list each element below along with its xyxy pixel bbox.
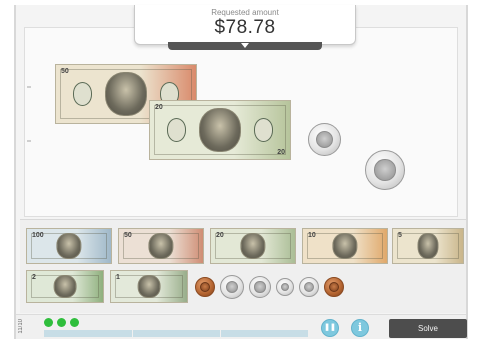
coin-face [328,281,340,293]
side-label: 11/10 [18,319,24,334]
bill-portrait [417,233,439,259]
requested-amount-value: $78.78 [214,17,276,38]
requested-panel-toggle[interactable] [168,42,322,50]
twenty-dollar-bill[interactable]: 20 20 [149,100,291,160]
tray-half-dollar-coin[interactable] [220,275,244,299]
progress-divider [132,330,133,337]
bill-seal [253,118,274,142]
progress-dot [70,318,79,327]
tray-nickel-coin[interactable] [299,277,319,297]
bill-portrait [105,71,147,117]
tray-one-dollar-bill[interactable]: 1 [110,270,188,303]
tray-hundred-dollar-bill[interactable]: 100 [26,228,112,264]
half-dollar-coin[interactable] [365,150,405,190]
bill-portrait [199,107,241,153]
bill-seal [166,118,187,142]
tray-twenty-dollar-bill[interactable]: 20 [210,228,296,264]
pause-button[interactable]: ❚❚ [321,319,339,337]
bill-denomination: 100 [32,232,44,239]
bill-denomination: 2 [32,274,36,281]
tray-ten-dollar-bill[interactable]: 10 [302,228,388,264]
progress-bar [44,330,308,337]
tray-dime-coin[interactable] [276,278,294,296]
bill-denomination: 5 [398,232,402,239]
bill-denomination: 20 [155,104,163,111]
bill-portrait [137,274,161,299]
info-icon: i [357,321,363,334]
tray-penny-coin[interactable] [195,277,215,297]
coin-face [254,281,266,293]
money-tray: 100 50 20 10 5 2 1 [20,219,466,313]
tray-fifty-dollar-bill[interactable]: 50 [118,228,204,264]
bill-denomination: 10 [308,232,316,239]
bill-denomination: 50 [61,68,69,75]
requested-amount-label: Requested amount [211,8,279,17]
bill-denomination: 20 [277,149,285,156]
money-counting-app: 50 50 20 20 Requested amount $78.78 [14,5,468,339]
info-button[interactable]: i [351,319,369,337]
progress-dot [57,318,66,327]
bill-portrait [240,233,266,259]
footer-bar: 11/10 ❚❚ i Solve [16,314,467,339]
coin-face [225,280,239,294]
edge-tick [27,86,31,88]
bill-portrait [53,274,77,299]
bill-portrait [332,233,358,259]
tray-quarter-coin[interactable] [249,276,271,298]
bill-portrait [148,233,174,259]
workspace-area[interactable]: 50 50 20 20 [24,27,458,217]
quarter-coin[interactable] [308,123,341,156]
edge-tick [27,140,31,142]
bill-seal [72,82,93,106]
requested-amount-panel: Requested amount $78.78 [134,5,356,45]
bill-denomination: 20 [216,232,224,239]
coin-face [303,281,315,293]
coin-face [280,282,290,292]
tray-two-dollar-bill[interactable]: 2 [26,270,104,303]
coin-face [315,130,334,149]
progress-divider [220,330,221,337]
bill-portrait [56,233,82,259]
chevron-down-icon [241,43,249,48]
bill-denomination: 50 [124,232,132,239]
tray-five-dollar-bill[interactable]: 5 [392,228,464,264]
tray-copper-coin[interactable] [324,277,344,297]
bill-denomination: 1 [116,274,120,281]
progress-dot [44,318,53,327]
coin-face [374,159,396,181]
solve-button[interactable]: Solve [389,319,467,338]
coin-face [199,281,211,293]
pause-icon: ❚❚ [324,324,336,331]
